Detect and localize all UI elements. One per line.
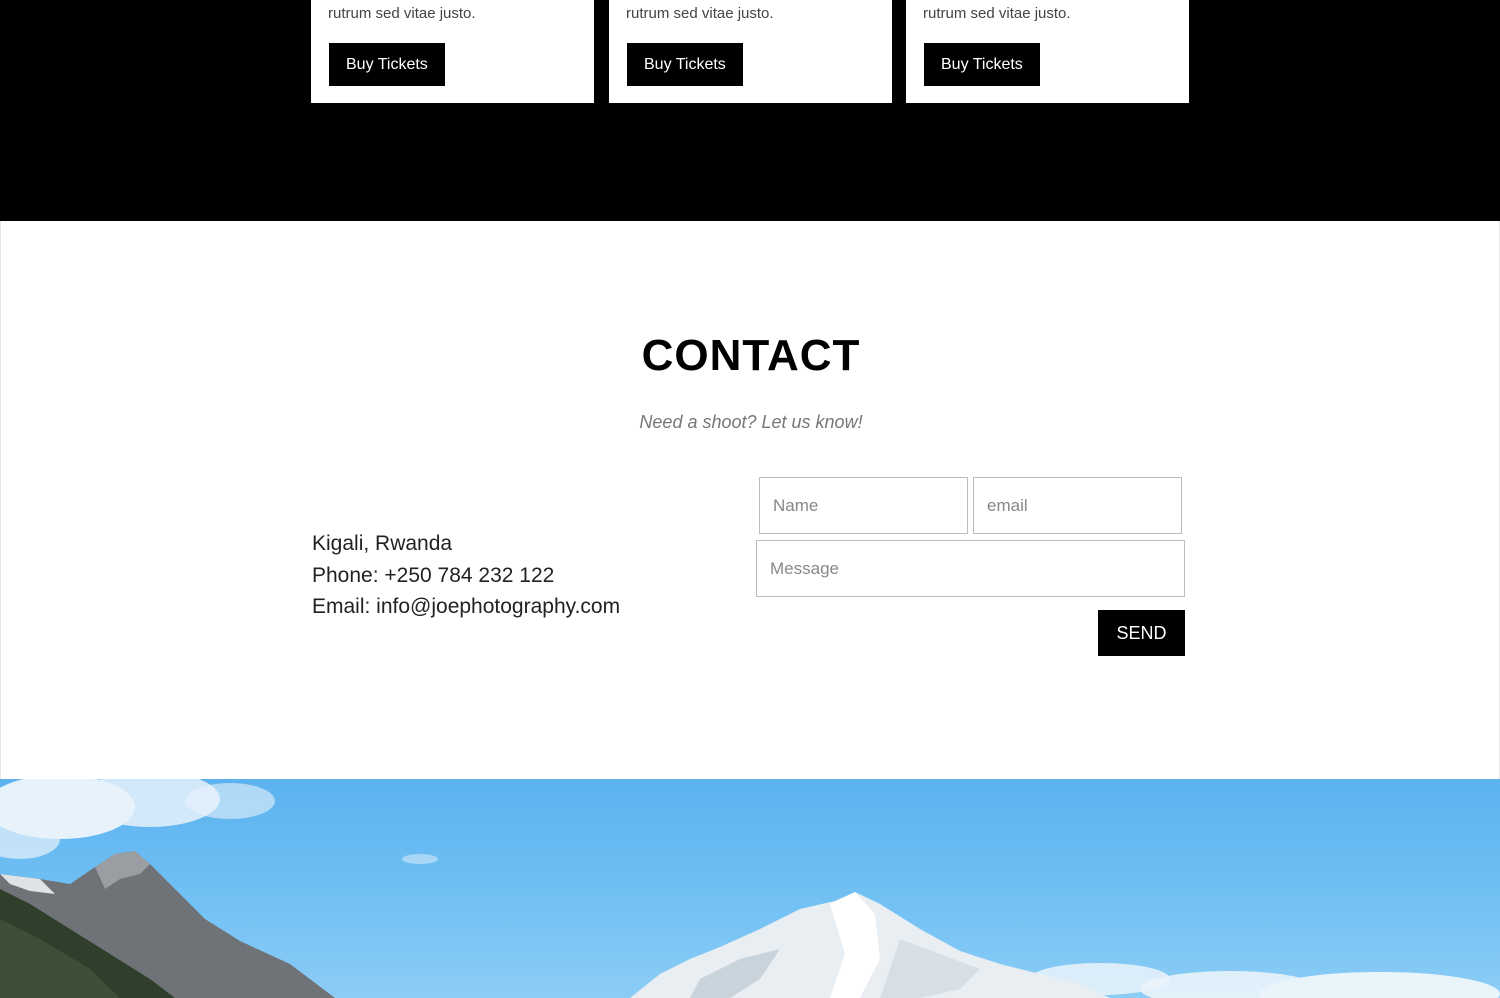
name-input[interactable] [759, 477, 968, 534]
event-card: rutrum sed vitae justo. Buy Tickets [609, 0, 892, 103]
buy-tickets-button[interactable]: Buy Tickets [627, 43, 743, 86]
contact-info: Kigali, Rwanda Phone: +250 784 232 122 E… [312, 528, 620, 623]
event-card-text: rutrum sed vitae justo. [328, 5, 476, 22]
event-card-text: rutrum sed vitae justo. [923, 5, 1071, 22]
contact-email: Email: info@joephotography.com [312, 595, 621, 618]
buy-tickets-button[interactable]: Buy Tickets [329, 43, 445, 86]
message-input[interactable] [756, 540, 1185, 597]
mountain-photo [0, 779, 1500, 998]
mountain-landscape-image [0, 779, 1500, 998]
buy-tickets-button[interactable]: Buy Tickets [924, 43, 1040, 86]
event-card: rutrum sed vitae justo. Buy Tickets [906, 0, 1189, 103]
event-card: rutrum sed vitae justo. Buy Tickets [311, 0, 594, 103]
contact-section: CONTACT Need a shoot? Let us know! Kigal… [0, 221, 1500, 779]
contact-subtitle: Need a shoot? Let us know! [639, 412, 863, 432]
contact-phone: Phone: +250 784 232 122 [312, 563, 555, 587]
contact-location: Kigali, Rwanda [312, 532, 453, 555]
contact-title: CONTACT [641, 331, 861, 380]
events-section: rutrum sed vitae justo. Buy Tickets rutr… [0, 0, 1500, 221]
event-card-text: rutrum sed vitae justo. [626, 5, 774, 22]
send-button[interactable]: SEND [1098, 610, 1185, 656]
email-input[interactable] [973, 477, 1182, 534]
